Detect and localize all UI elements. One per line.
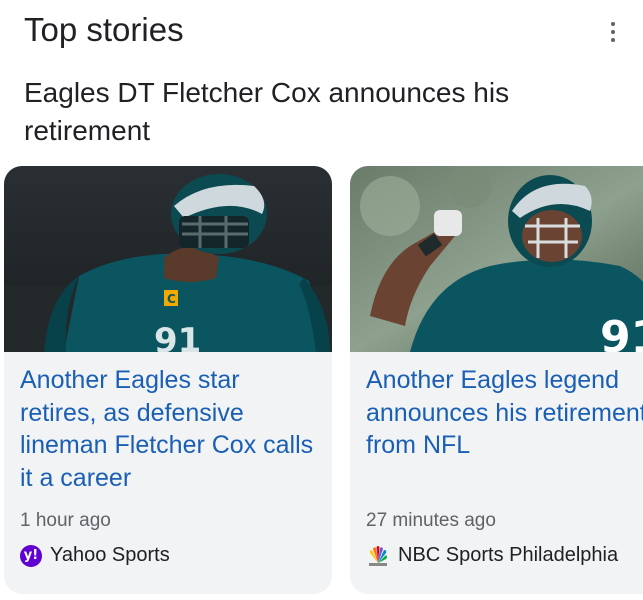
article-thumbnail[interactable]: 91 xyxy=(350,166,643,352)
more-options-icon[interactable] xyxy=(601,18,625,46)
article-thumbnail[interactable]: C 91 xyxy=(4,166,332,352)
nbc-peacock-icon xyxy=(369,545,387,566)
article-source: y! Yahoo Sports xyxy=(20,544,170,567)
source-name: Yahoo Sports xyxy=(50,544,170,566)
svg-text:C: C xyxy=(167,292,176,306)
news-card-yahoo[interactable]: C 91 Another Eagles star retires, as def… xyxy=(4,166,332,594)
section-title: Top stories xyxy=(24,11,184,48)
news-card-nbc[interactable]: 91 Another Eagles legend announces his r… xyxy=(350,166,643,594)
article-source: NBC Sports Philadelphia xyxy=(366,544,618,567)
article-time: 1 hour ago xyxy=(20,510,111,531)
jersey-number: 91 xyxy=(600,312,643,352)
football-player-image: 91 xyxy=(350,166,643,352)
article-time: 27 minutes ago xyxy=(366,510,496,531)
football-player-image: C 91 xyxy=(4,166,332,352)
svg-text:91: 91 xyxy=(154,321,201,352)
source-name: NBC Sports Philadelphia xyxy=(398,544,619,566)
yahoo-logo-icon: y! xyxy=(20,544,42,567)
top-stories-header: Top stories xyxy=(24,10,643,54)
article-title[interactable]: Another Eagles star retires, as defensiv… xyxy=(20,364,320,494)
story-headline[interactable]: Eagles DT Fletcher Cox announces his ret… xyxy=(24,74,584,150)
article-title[interactable]: Another Eagles legend announces his reti… xyxy=(366,364,643,462)
